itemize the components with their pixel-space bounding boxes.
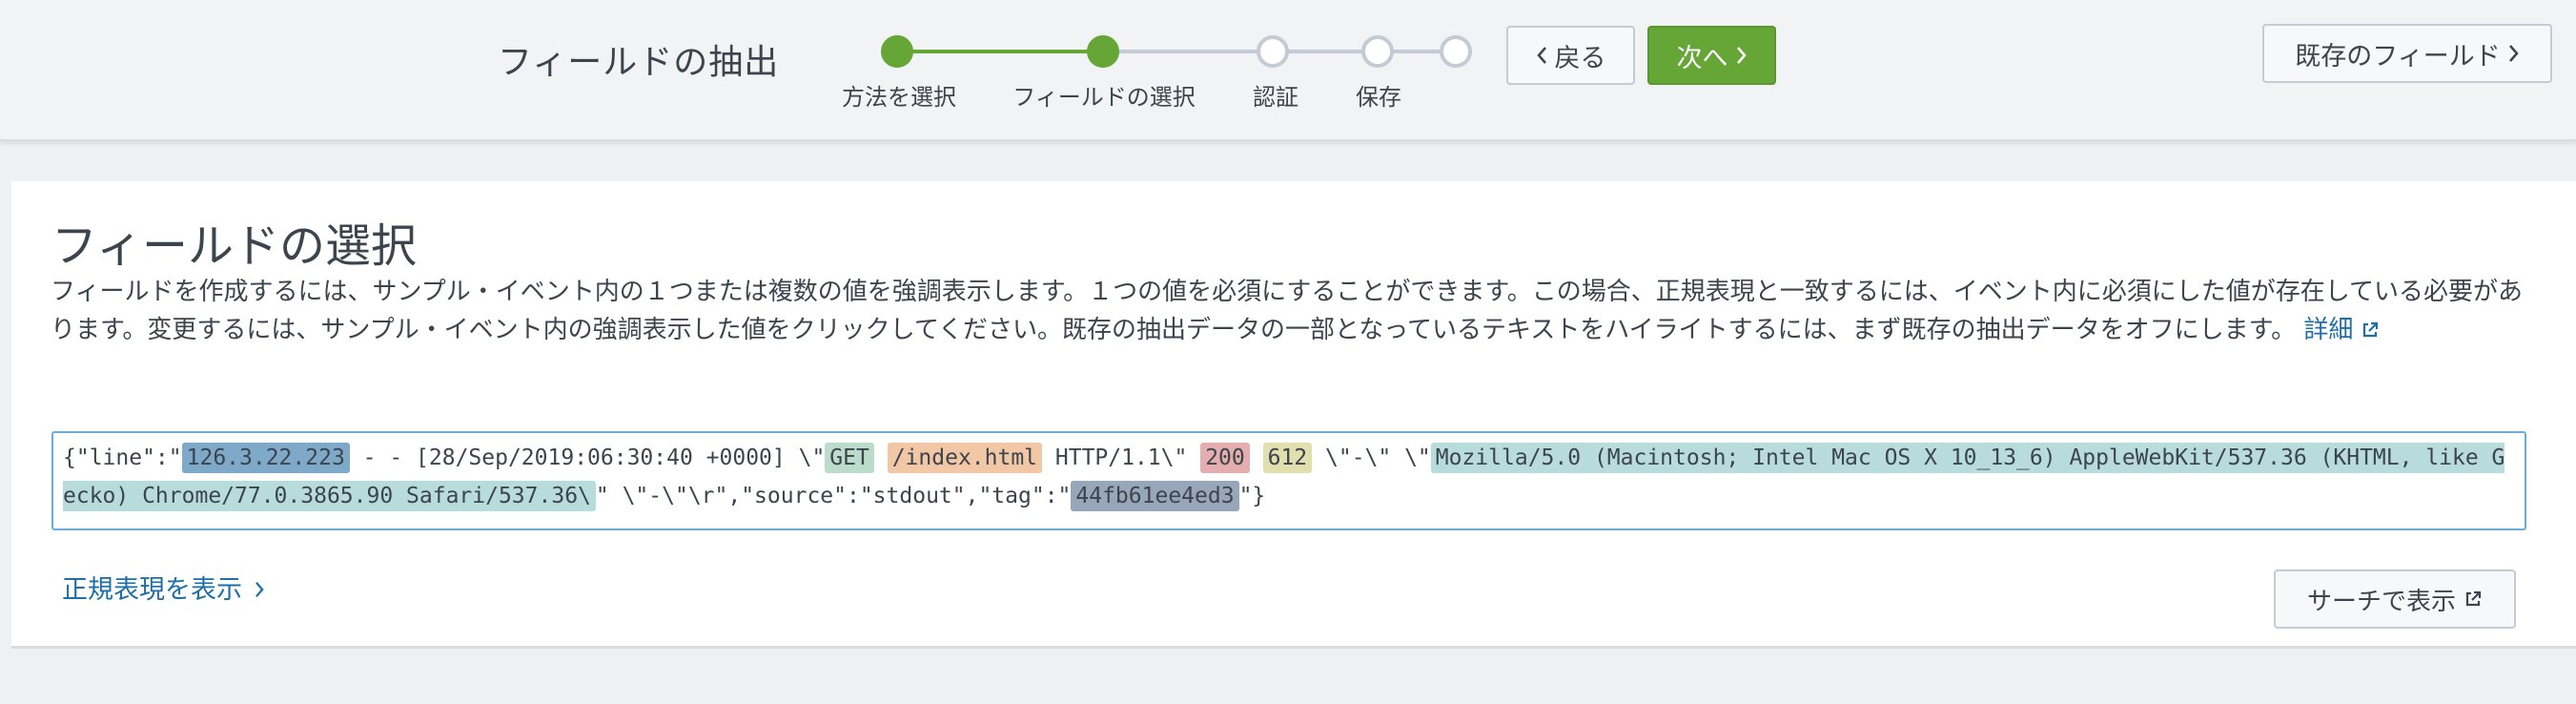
external-link-icon xyxy=(2465,590,2482,607)
step-dot-select-method[interactable] xyxy=(881,35,913,68)
show-regex-link[interactable]: 正規表現を表示 xyxy=(62,569,265,606)
sample-text: "} xyxy=(1238,484,1266,508)
highlighted-field-tag[interactable]: 44fb61ee4ed3 xyxy=(1071,481,1239,511)
step-dot-finish[interactable] xyxy=(1440,35,1472,68)
sample-event[interactable]: {"line":" 126.3.22.223 - - [28/Sep/2019:0… xyxy=(51,431,2526,530)
highlighted-field-size[interactable]: 612 xyxy=(1262,443,1313,473)
next-button-label: 次へ xyxy=(1676,43,1728,73)
step-connector xyxy=(1103,50,1273,53)
step-dot-select-fields[interactable] xyxy=(1087,35,1119,68)
view-in-search-button[interactable]: サーチで表示 xyxy=(2274,569,2516,629)
next-button[interactable]: 次へ xyxy=(1647,26,1776,85)
step-label-select-fields: フィールドの選択 xyxy=(1012,84,1196,111)
wizard-stepper: 方法を選択 フィールドの選択 認証 保存 xyxy=(0,0,1525,141)
step-dot-save[interactable] xyxy=(1361,35,1394,68)
step-dot-validate[interactable] xyxy=(1257,35,1289,68)
details-link-label: 詳細 xyxy=(2303,316,2354,344)
highlighted-field-ip[interactable]: 126.3.22.223 xyxy=(181,443,350,473)
step-label-validate: 認証 xyxy=(1253,84,1298,111)
sample-text: \"-\" \" xyxy=(1312,445,1431,470)
field-selection-panel: フィールドの選択 フィールドを作成するには、サンプル・イベント内の１つまたは複数… xyxy=(11,181,2576,649)
sample-text: - - [28/Sep/2019:06:30:40 +0000] \" xyxy=(349,445,826,470)
sample-text: HTTP/1.1\" xyxy=(1042,445,1201,470)
back-button-label: 戻る xyxy=(1554,43,1606,73)
existing-fields-button[interactable]: 既存のフィールド xyxy=(2262,24,2552,83)
instructions-text: フィールドを作成するには、サンプル・イベント内の１つまたは複数の値を強調表示しま… xyxy=(51,273,2529,349)
view-in-search-label: サーチで表示 xyxy=(2306,587,2456,616)
chevron-right-icon xyxy=(255,582,264,597)
instructions-body: フィールドを作成するには、サンプル・イベント内の１つまたは複数の値を強調表示しま… xyxy=(51,278,2523,344)
sample-text xyxy=(874,445,888,470)
sample-text xyxy=(1250,445,1263,470)
section-title: フィールドの選択 xyxy=(51,219,418,273)
step-label-select-method: 方法を選択 xyxy=(842,84,956,111)
highlighted-field-path[interactable]: /index.html xyxy=(887,443,1043,473)
existing-fields-label: 既存のフィールド xyxy=(2295,41,2501,72)
chevron-right-icon xyxy=(2508,45,2519,62)
details-link[interactable]: 詳細 xyxy=(2303,316,2380,344)
highlighted-field-status[interactable]: 200 xyxy=(1200,443,1250,473)
show-regex-label: 正規表現を表示 xyxy=(62,575,242,605)
chevron-right-icon xyxy=(1736,47,1747,64)
sample-text: {"line":" xyxy=(63,445,182,470)
step-label-save: 保存 xyxy=(1356,84,1401,111)
external-link-icon xyxy=(2363,321,2379,338)
wizard-header: フィールドの抽出 方法を選択 フィールドの選択 認証 保存 戻る 次へ 既存のフ… xyxy=(0,0,2576,141)
sample-text: " \"-\"\r","source":"stdout","tag":" xyxy=(595,484,1072,508)
step-connector xyxy=(910,50,1103,53)
chevron-left-icon xyxy=(1536,47,1546,64)
back-button[interactable]: 戻る xyxy=(1506,26,1635,85)
highlighted-field-method[interactable]: GET xyxy=(825,443,874,473)
